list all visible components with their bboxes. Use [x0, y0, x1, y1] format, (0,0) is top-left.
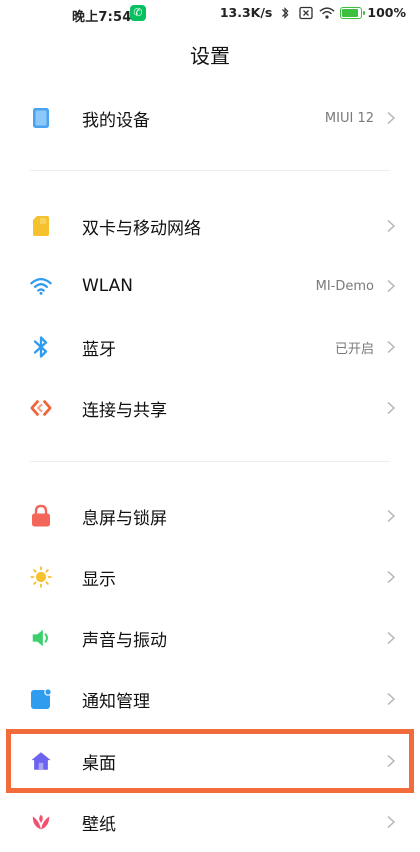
settings-item-my-device[interactable]: 我的设备 MIUI 12: [0, 88, 420, 148]
sun-icon: [30, 566, 52, 588]
settings-item-home-screen[interactable]: 桌面: [0, 731, 420, 791]
network-speed: 13.3K/s: [219, 5, 273, 20]
speaker-icon: [30, 627, 52, 649]
settings-item-label: 桌面: [82, 753, 116, 774]
home-icon: [30, 750, 52, 772]
chevron-right-icon: [387, 815, 396, 829]
chevron-right-icon: [387, 631, 396, 645]
settings-item-label: 通知管理: [82, 691, 150, 712]
settings-item-label: 息屏与锁屏: [82, 508, 167, 529]
status-time: 晚上7:54: [72, 10, 132, 25]
chevron-right-icon: [387, 401, 396, 415]
settings-item-wlan[interactable]: WLAN MI-Demo: [0, 256, 420, 316]
settings-item-connection-share[interactable]: 连接与共享: [0, 378, 420, 438]
settings-item-lock-screen[interactable]: 息屏与锁屏: [0, 486, 420, 546]
section-divider: [30, 170, 390, 171]
chevron-right-icon: [387, 509, 396, 523]
settings-item-label: 蓝牙: [82, 339, 116, 360]
settings-item-wallpaper[interactable]: 壁纸: [0, 792, 420, 852]
settings-item-display[interactable]: 显示: [0, 547, 420, 607]
wifi-status-icon: [319, 6, 335, 19]
settings-item-label: 壁纸: [82, 814, 116, 835]
settings-item-label: 显示: [82, 569, 116, 590]
settings-item-value: MI-Demo: [315, 278, 374, 294]
chevron-right-icon: [387, 692, 396, 706]
bluetooth-status-icon: [282, 6, 289, 19]
wechat-notification-icon: ✆: [130, 5, 146, 21]
lock-icon: [30, 504, 52, 527]
settings-item-value: 已开启: [334, 341, 374, 357]
settings-item-label: 我的设备: [82, 110, 150, 131]
notification-icon: [30, 688, 52, 710]
battery-icon: [340, 6, 366, 19]
wifi-icon: [30, 275, 52, 297]
device-icon: [30, 107, 52, 129]
settings-item-sound-vibration[interactable]: 声音与振动: [0, 608, 420, 668]
settings-item-value: MIUI 12: [324, 110, 374, 126]
settings-item-bluetooth[interactable]: 蓝牙 已开启: [0, 317, 420, 377]
page-title: 设置: [190, 44, 230, 68]
sim-card-icon: [30, 215, 52, 237]
settings-item-label: 声音与振动: [82, 630, 167, 651]
flower-icon: [30, 811, 52, 833]
chevron-right-icon: [387, 340, 396, 354]
settings-item-label: 连接与共享: [82, 400, 167, 421]
chevron-right-icon: [387, 754, 396, 768]
chevron-right-icon: [387, 279, 396, 293]
chevron-right-icon: [387, 111, 396, 125]
chevron-right-icon: [387, 219, 396, 233]
settings-item-label: 双卡与移动网络: [82, 218, 201, 239]
connection-share-icon: [30, 397, 52, 419]
settings-item-label: WLAN: [82, 276, 134, 296]
section-divider: [30, 461, 390, 462]
settings-item-dual-sim[interactable]: 双卡与移动网络: [0, 196, 420, 256]
no-sim-icon: [299, 6, 314, 19]
status-indicators: 13.3K/s 100%: [220, 5, 406, 20]
chevron-right-icon: [387, 570, 396, 584]
bluetooth-icon: [30, 336, 52, 358]
status-bar: 晚上7:54 ✆ 13.3K/s 100%: [0, 0, 420, 28]
battery-percent: 100%: [367, 5, 406, 20]
settings-item-notifications[interactable]: 通知管理: [0, 669, 420, 729]
